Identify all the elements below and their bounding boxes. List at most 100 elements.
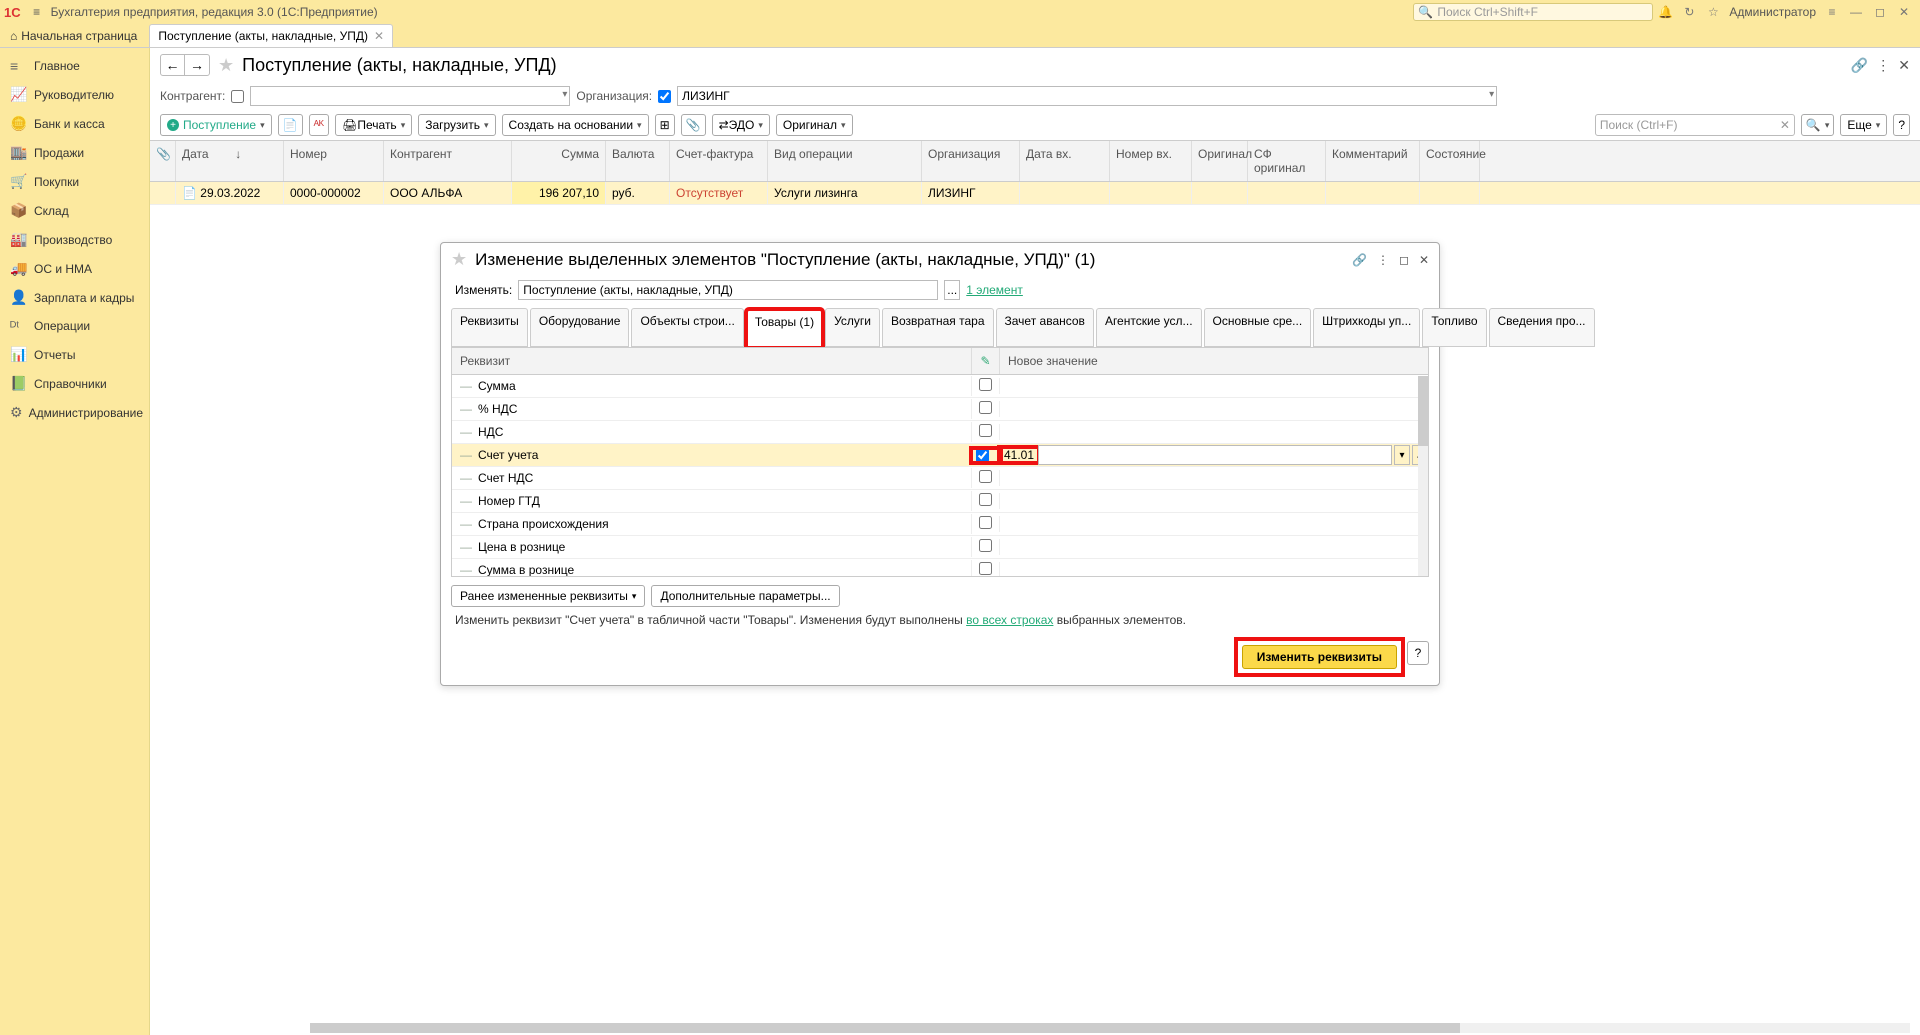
sum-header[interactable]: Сумма: [512, 141, 606, 181]
sf-original-header[interactable]: СФ оригинал: [1248, 141, 1326, 181]
modal-close-icon[interactable]: ✕: [1419, 253, 1429, 267]
additional-params-button[interactable]: Дополнительные параметры...: [651, 585, 839, 607]
tab-fuel[interactable]: Топливо: [1422, 308, 1486, 347]
tab-info[interactable]: Сведения про...: [1489, 308, 1595, 347]
req-header[interactable]: Реквизит: [452, 348, 972, 374]
row-checkbox[interactable]: [979, 378, 992, 391]
change-requisites-button[interactable]: Изменить реквизиты: [1242, 645, 1397, 669]
clear-search-icon[interactable]: ✕: [1780, 118, 1790, 132]
sidebar-item-reports[interactable]: 📊Отчеты: [0, 340, 149, 369]
date-header[interactable]: Дата ↓: [176, 141, 284, 181]
edit-header[interactable]: ✎: [972, 348, 1000, 374]
org-filter-checkbox[interactable]: [658, 90, 671, 103]
bell-icon[interactable]: 🔔: [1655, 5, 1675, 19]
newval-header[interactable]: Новое значение: [1000, 348, 1428, 374]
req-row[interactable]: —% НДС: [452, 398, 1428, 421]
agent-filter-combo[interactable]: ▾: [250, 86, 570, 106]
dt-kt-button[interactable]: ᴬᴷ: [309, 114, 330, 136]
comment-header[interactable]: Комментарий: [1326, 141, 1420, 181]
receipt-button[interactable]: Поступление▾: [160, 114, 272, 136]
attach-button[interactable]: 📎: [681, 114, 706, 136]
change-combo-dd[interactable]: ...: [944, 280, 960, 300]
agent-filter-checkbox[interactable]: [231, 90, 244, 103]
history-icon[interactable]: ↻: [1679, 5, 1699, 19]
account-input[interactable]: [1038, 445, 1392, 465]
sidebar-item-directories[interactable]: 📗Справочники: [0, 369, 149, 398]
req-row-account[interactable]: —Счет учета 41.01 ▾↗: [452, 444, 1428, 467]
sidebar-item-purchases[interactable]: 🛒Покупки: [0, 167, 149, 196]
favorite-star-icon[interactable]: ★: [218, 55, 234, 76]
date-in-header[interactable]: Дата вх.: [1020, 141, 1110, 181]
element-count-link[interactable]: 1 элемент: [966, 283, 1023, 297]
tab-barcodes[interactable]: Штрихкоды уп...: [1313, 308, 1420, 347]
req-row[interactable]: —Сумма в рознице: [452, 559, 1428, 577]
help-button[interactable]: ?: [1893, 114, 1910, 136]
search-button[interactable]: 🔍▾: [1801, 114, 1834, 136]
load-button[interactable]: Загрузить▾: [418, 114, 495, 136]
sidebar-item-production[interactable]: 🏭Производство: [0, 225, 149, 254]
tab-agent[interactable]: Агентские усл...: [1096, 308, 1202, 347]
star-icon[interactable]: ☆: [1703, 5, 1723, 19]
tab-services[interactable]: Услуги: [825, 308, 880, 347]
sidebar-item-salary[interactable]: 👤Зарплата и кадры: [0, 283, 149, 312]
original-header[interactable]: Оригинал: [1192, 141, 1248, 181]
sidebar-item-manager[interactable]: 📈Руководителю: [0, 80, 149, 109]
tab-equipment[interactable]: Оборудование: [530, 308, 630, 347]
tab-receipts[interactable]: Поступление (акты, накладные, УПД) ✕: [149, 24, 393, 47]
minimize-icon[interactable]: —: [1846, 5, 1866, 19]
currency-header[interactable]: Валюта: [606, 141, 670, 181]
related-button[interactable]: ⊞: [655, 114, 675, 136]
agent-header[interactable]: Контрагент: [384, 141, 512, 181]
sidebar-item-assets[interactable]: 🚚ОС и НМА: [0, 254, 149, 283]
tab-requisites[interactable]: Реквизиты: [451, 308, 528, 347]
sidebar-item-operations[interactable]: ᴰᵗОперации: [0, 312, 149, 340]
number-header[interactable]: Номер: [284, 141, 384, 181]
table-row[interactable]: 📄 29.03.2022 0000-000002 ООО АЛЬФА 196 2…: [150, 182, 1920, 205]
prev-changed-button[interactable]: Ранее измененные реквизиты▾: [451, 585, 645, 607]
req-row[interactable]: —Страна происхождения: [452, 513, 1428, 536]
edo-button[interactable]: ⇄ ЭДО▾: [712, 114, 770, 136]
close-icon[interactable]: ✕: [1894, 5, 1914, 19]
combo-dd-icon[interactable]: ▾: [1394, 445, 1410, 465]
global-search-input[interactable]: 🔍 Поиск Ctrl+Shift+F: [1413, 3, 1653, 21]
row-checkbox[interactable]: [979, 470, 992, 483]
req-row[interactable]: —Номер ГТД: [452, 490, 1428, 513]
row-checkbox[interactable]: [979, 562, 992, 575]
row-checkbox[interactable]: [979, 401, 992, 414]
row-checkbox[interactable]: [976, 449, 989, 462]
modal-maximize-icon[interactable]: ◻: [1399, 253, 1409, 267]
tab-objects[interactable]: Объекты строи...: [631, 308, 743, 347]
settings-icon[interactable]: ≡: [1822, 5, 1842, 19]
sidebar-item-bank[interactable]: 🪙Банк и касса: [0, 109, 149, 138]
org-filter-combo[interactable]: ЛИЗИНГ▾: [677, 86, 1497, 106]
more-button[interactable]: Еще▾: [1840, 114, 1887, 136]
grid-search-input[interactable]: Поиск (Ctrl+F) ✕: [1595, 114, 1795, 136]
user-label[interactable]: Администратор: [1729, 5, 1816, 19]
print-button[interactable]: 🖨 Печать▾: [335, 114, 412, 136]
forward-button[interactable]: →: [185, 55, 209, 75]
tab-advances[interactable]: Зачет авансов: [996, 308, 1094, 347]
menu-icon[interactable]: ≡: [27, 5, 47, 19]
req-row[interactable]: —Цена в рознице: [452, 536, 1428, 559]
sidebar-item-sales[interactable]: 🏬Продажи: [0, 138, 149, 167]
modal-link-icon[interactable]: 🔗: [1352, 253, 1367, 267]
row-checkbox[interactable]: [979, 516, 992, 529]
invoice-header[interactable]: Счет-фактура: [670, 141, 768, 181]
row-checkbox[interactable]: [979, 493, 992, 506]
close-tab-icon[interactable]: ✕: [374, 29, 384, 43]
req-row[interactable]: —Счет НДС: [452, 467, 1428, 490]
horizontal-scrollbar[interactable]: [310, 1023, 1910, 1033]
maximize-icon[interactable]: ◻: [1870, 5, 1890, 19]
modal-star-icon[interactable]: ★: [451, 249, 467, 270]
change-combo[interactable]: Поступление (акты, накладные, УПД): [518, 280, 938, 300]
modal-help-button[interactable]: ?: [1407, 641, 1429, 665]
more-menu-icon[interactable]: ⋮: [1876, 57, 1890, 74]
tab-goods[interactable]: Товары (1): [746, 309, 823, 348]
create-based-button[interactable]: Создать на основании▾: [502, 114, 649, 136]
sidebar-item-admin[interactable]: ⚙Администрирование: [0, 398, 149, 427]
sidebar-item-warehouse[interactable]: 📦Склад: [0, 196, 149, 225]
close-form-icon[interactable]: ✕: [1898, 57, 1910, 74]
home-tab[interactable]: ⌂ Начальная страница: [0, 25, 147, 47]
row-checkbox[interactable]: [979, 539, 992, 552]
copy-button[interactable]: 📄: [278, 114, 303, 136]
